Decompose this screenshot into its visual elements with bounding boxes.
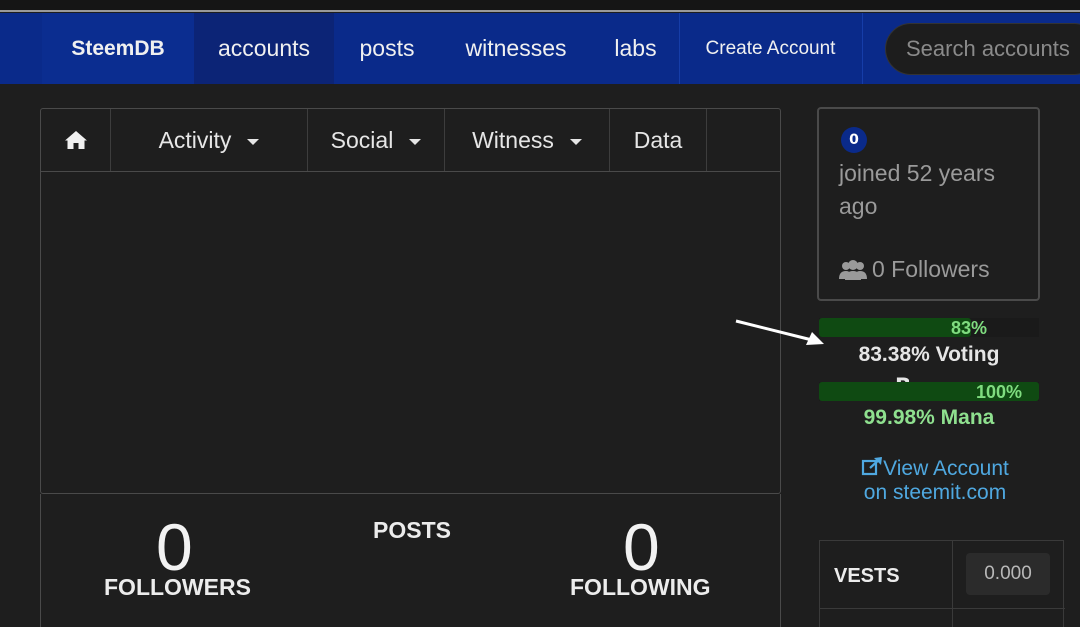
navbar: SteemDB accounts posts witnesses labs Cr… (0, 13, 1080, 84)
window-top-strip (0, 0, 1080, 12)
view-account-link[interactable]: View Account on steemit.com (840, 457, 1030, 505)
mana-bar: 100% (819, 382, 1039, 402)
nav-labs[interactable]: labs (592, 13, 679, 84)
voting-power-bar-text: 83% (951, 318, 988, 338)
profile-card: 0 joined 52 years ago 0 Followers (817, 107, 1040, 301)
tab-social[interactable]: Social (308, 109, 445, 171)
table-row-divider (820, 608, 1065, 609)
voting-power-label: 83.38% Voting (819, 343, 1039, 367)
followers-summary-label: 0 Followers (872, 256, 990, 282)
view-account-line1: View Account (883, 457, 1009, 480)
tab-data-label: Data (633, 126, 683, 153)
voting-power-label-overflow: Power (895, 374, 909, 382)
home-icon (64, 131, 87, 149)
voting-power-label-line1: 83.38% Voting (858, 343, 1000, 366)
followers-count: 0 (156, 510, 193, 584)
voting-power-label-line2: Power (895, 374, 909, 382)
mana-bar-text: 100% (976, 382, 1023, 402)
tab-activity-label: Activity (158, 126, 232, 153)
brand-link[interactable]: SteemDB (42, 13, 194, 84)
chevron-down-icon (409, 138, 422, 145)
tab-data[interactable]: Data (610, 109, 707, 171)
chevron-down-icon (569, 138, 582, 145)
followers-summary[interactable]: 0 Followers (839, 256, 990, 283)
create-account-link[interactable]: Create Account (679, 13, 862, 84)
nav-accounts[interactable]: accounts (194, 13, 334, 84)
users-icon (839, 259, 867, 280)
vests-table: VESTS 0.000 (819, 540, 1065, 627)
tab-social-label: Social (330, 126, 394, 153)
tab-bar: Activity Social Witness Data (41, 109, 780, 172)
voting-power-bar-fill (819, 318, 971, 337)
tab-activity[interactable]: Activity (111, 109, 308, 171)
voting-power-bar: 83% (819, 318, 1039, 338)
vests-key: VESTS (834, 565, 900, 587)
stats-row: 0 FOLLOWERS POSTS 0 FOLLOWING (40, 494, 781, 627)
tab-witness[interactable]: Witness (445, 109, 610, 171)
table-divider (952, 541, 953, 627)
nav-posts[interactable]: posts (334, 13, 440, 84)
nav-separator (862, 13, 863, 84)
external-link-icon (862, 457, 883, 476)
nav-witnesses[interactable]: witnesses (440, 13, 592, 84)
activity-panel: Activity Social Witness Data (40, 108, 781, 494)
mana-label: 99.98% Mana (863, 406, 995, 429)
joined-text: joined 52 years ago (839, 160, 995, 219)
vests-value: 0.000 (966, 553, 1050, 595)
search-input[interactable] (885, 23, 1080, 75)
tab-witness-label: Witness (472, 126, 554, 153)
chevron-down-icon (247, 138, 260, 145)
following-count: 0 (623, 510, 660, 584)
followers-label: FOLLOWERS (104, 574, 251, 600)
following-label: FOLLOWING (570, 574, 711, 600)
posts-label: POSTS (373, 517, 451, 543)
tab-home[interactable] (41, 109, 111, 171)
annotation-arrow-icon (735, 319, 824, 345)
reputation-badge: 0 (841, 127, 867, 153)
view-account-line2: on steemit.com (863, 481, 1007, 504)
